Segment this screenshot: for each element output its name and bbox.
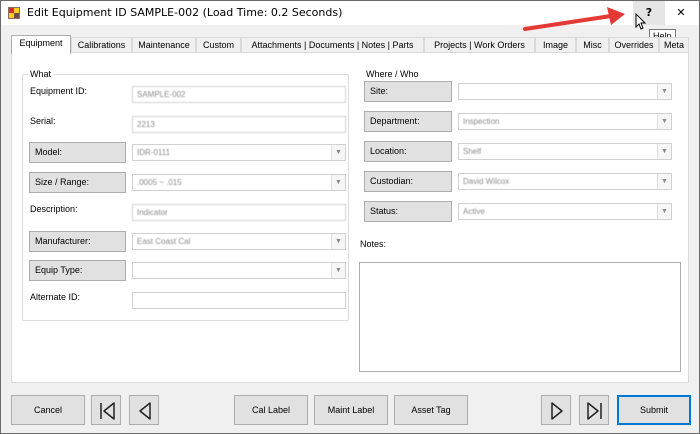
equipment-id-field[interactable]: SAMPLE-002 bbox=[132, 86, 346, 103]
custodian-value: David Wilcox bbox=[463, 177, 510, 186]
alternate-id-field[interactable] bbox=[132, 292, 346, 309]
edit-equipment-window: Edit Equipment ID SAMPLE-002 (Load Time:… bbox=[0, 0, 700, 434]
manufacturer-value: East Coast Cal bbox=[137, 237, 191, 246]
custodian-combo[interactable]: David Wilcox ▼ bbox=[458, 173, 672, 190]
window-title: Edit Equipment ID SAMPLE-002 (Load Time:… bbox=[27, 6, 343, 19]
notes-label: Notes: bbox=[360, 239, 387, 249]
tab-misc[interactable]: Misc bbox=[576, 37, 609, 53]
size-range-button[interactable]: Size / Range: bbox=[29, 172, 126, 193]
last-record-button[interactable] bbox=[579, 395, 609, 425]
alternate-id-label: Alternate ID: bbox=[30, 292, 81, 302]
chevron-down-icon[interactable]: ▼ bbox=[331, 145, 345, 160]
close-button[interactable]: ✕ bbox=[665, 1, 697, 25]
submit-button[interactable]: Submit bbox=[617, 395, 691, 425]
tab-equipment[interactable]: Equipment bbox=[11, 35, 71, 54]
app-icon bbox=[8, 7, 20, 19]
department-combo[interactable]: Inspection ▼ bbox=[458, 113, 672, 130]
equipment-tab-panel: What Equipment ID: SAMPLE-002 Serial: 22… bbox=[11, 52, 689, 383]
site-button[interactable]: Site: bbox=[364, 81, 452, 102]
chevron-down-icon[interactable]: ▼ bbox=[657, 204, 671, 219]
tab-image[interactable]: Image bbox=[535, 37, 576, 53]
model-button[interactable]: Model: bbox=[29, 142, 126, 163]
status-value: Active bbox=[463, 207, 485, 216]
model-value: IDR-0111 bbox=[137, 148, 171, 157]
description-label: Description: bbox=[30, 204, 78, 214]
size-range-combo[interactable]: .0005 ~ .015 ▼ bbox=[132, 174, 346, 191]
first-record-button[interactable] bbox=[91, 395, 121, 425]
mouse-cursor-icon bbox=[635, 13, 647, 30]
location-value: Shelf bbox=[463, 147, 482, 156]
maint-label-button[interactable]: Maint Label bbox=[314, 395, 388, 425]
tab-calibrations[interactable]: Calibrations bbox=[71, 37, 132, 53]
tab-attachments[interactable]: Attachments | Documents | Notes | Parts bbox=[241, 37, 424, 53]
model-combo[interactable]: IDR-0111 ▼ bbox=[132, 144, 346, 161]
where-who-title: Where / Who bbox=[366, 69, 419, 79]
tab-projects[interactable]: Projects | Work Orders bbox=[424, 37, 535, 53]
next-record-icon bbox=[551, 402, 563, 420]
location-button[interactable]: Location: bbox=[364, 141, 452, 162]
asset-tag-button[interactable]: Asset Tag bbox=[394, 395, 468, 425]
tab-custom[interactable]: Custom bbox=[196, 37, 241, 53]
previous-record-button[interactable] bbox=[129, 395, 159, 425]
previous-record-icon bbox=[139, 402, 151, 420]
chevron-down-icon[interactable]: ▼ bbox=[657, 114, 671, 129]
chevron-down-icon[interactable]: ▼ bbox=[657, 84, 671, 99]
status-combo[interactable]: Active ▼ bbox=[458, 203, 672, 220]
manufacturer-button[interactable]: Manufacturer: bbox=[29, 231, 126, 252]
notes-textarea[interactable] bbox=[359, 262, 681, 372]
serial-field[interactable]: 2213 bbox=[132, 116, 346, 133]
size-range-value: .0005 ~ .015 bbox=[137, 178, 182, 187]
chevron-down-icon[interactable]: ▼ bbox=[657, 174, 671, 189]
equipment-id-label: Equipment ID: bbox=[30, 86, 88, 96]
status-button[interactable]: Status: bbox=[364, 201, 452, 222]
bottom-button-bar: Cancel Cal Label Maint Label Asset Tag S… bbox=[1, 385, 699, 433]
department-button[interactable]: Department: bbox=[364, 111, 452, 132]
last-record-icon bbox=[587, 402, 602, 420]
description-field[interactable]: Indicator bbox=[132, 204, 346, 221]
equip-type-button[interactable]: Equip Type: bbox=[29, 260, 126, 281]
what-group-title: What bbox=[28, 69, 54, 79]
chevron-down-icon[interactable]: ▼ bbox=[331, 234, 345, 249]
chevron-down-icon[interactable]: ▼ bbox=[331, 175, 345, 190]
cal-label-button[interactable]: Cal Label bbox=[234, 395, 308, 425]
manufacturer-combo[interactable]: East Coast Cal ▼ bbox=[132, 233, 346, 250]
cancel-button[interactable]: Cancel bbox=[11, 395, 85, 425]
what-groupbox: What Equipment ID: SAMPLE-002 Serial: 22… bbox=[22, 69, 349, 321]
tab-meta[interactable]: Meta bbox=[659, 37, 689, 53]
next-record-button[interactable] bbox=[541, 395, 571, 425]
serial-label: Serial: bbox=[30, 116, 56, 126]
tab-overrides[interactable]: Overrides bbox=[609, 37, 659, 53]
tab-strip: Equipment Calibrations Maintenance Custo… bbox=[11, 35, 689, 54]
location-combo[interactable]: Shelf ▼ bbox=[458, 143, 672, 160]
site-combo[interactable]: ▼ bbox=[458, 83, 672, 100]
annotation-arrow-icon bbox=[523, 7, 625, 31]
chevron-down-icon[interactable]: ▼ bbox=[657, 144, 671, 159]
chevron-down-icon[interactable]: ▼ bbox=[331, 263, 345, 278]
department-value: Inspection bbox=[463, 117, 500, 126]
first-record-icon bbox=[100, 402, 115, 420]
custodian-button[interactable]: Custodian: bbox=[364, 171, 452, 192]
equip-type-combo[interactable]: ▼ bbox=[132, 262, 346, 279]
tab-maintenance[interactable]: Maintenance bbox=[132, 37, 196, 53]
